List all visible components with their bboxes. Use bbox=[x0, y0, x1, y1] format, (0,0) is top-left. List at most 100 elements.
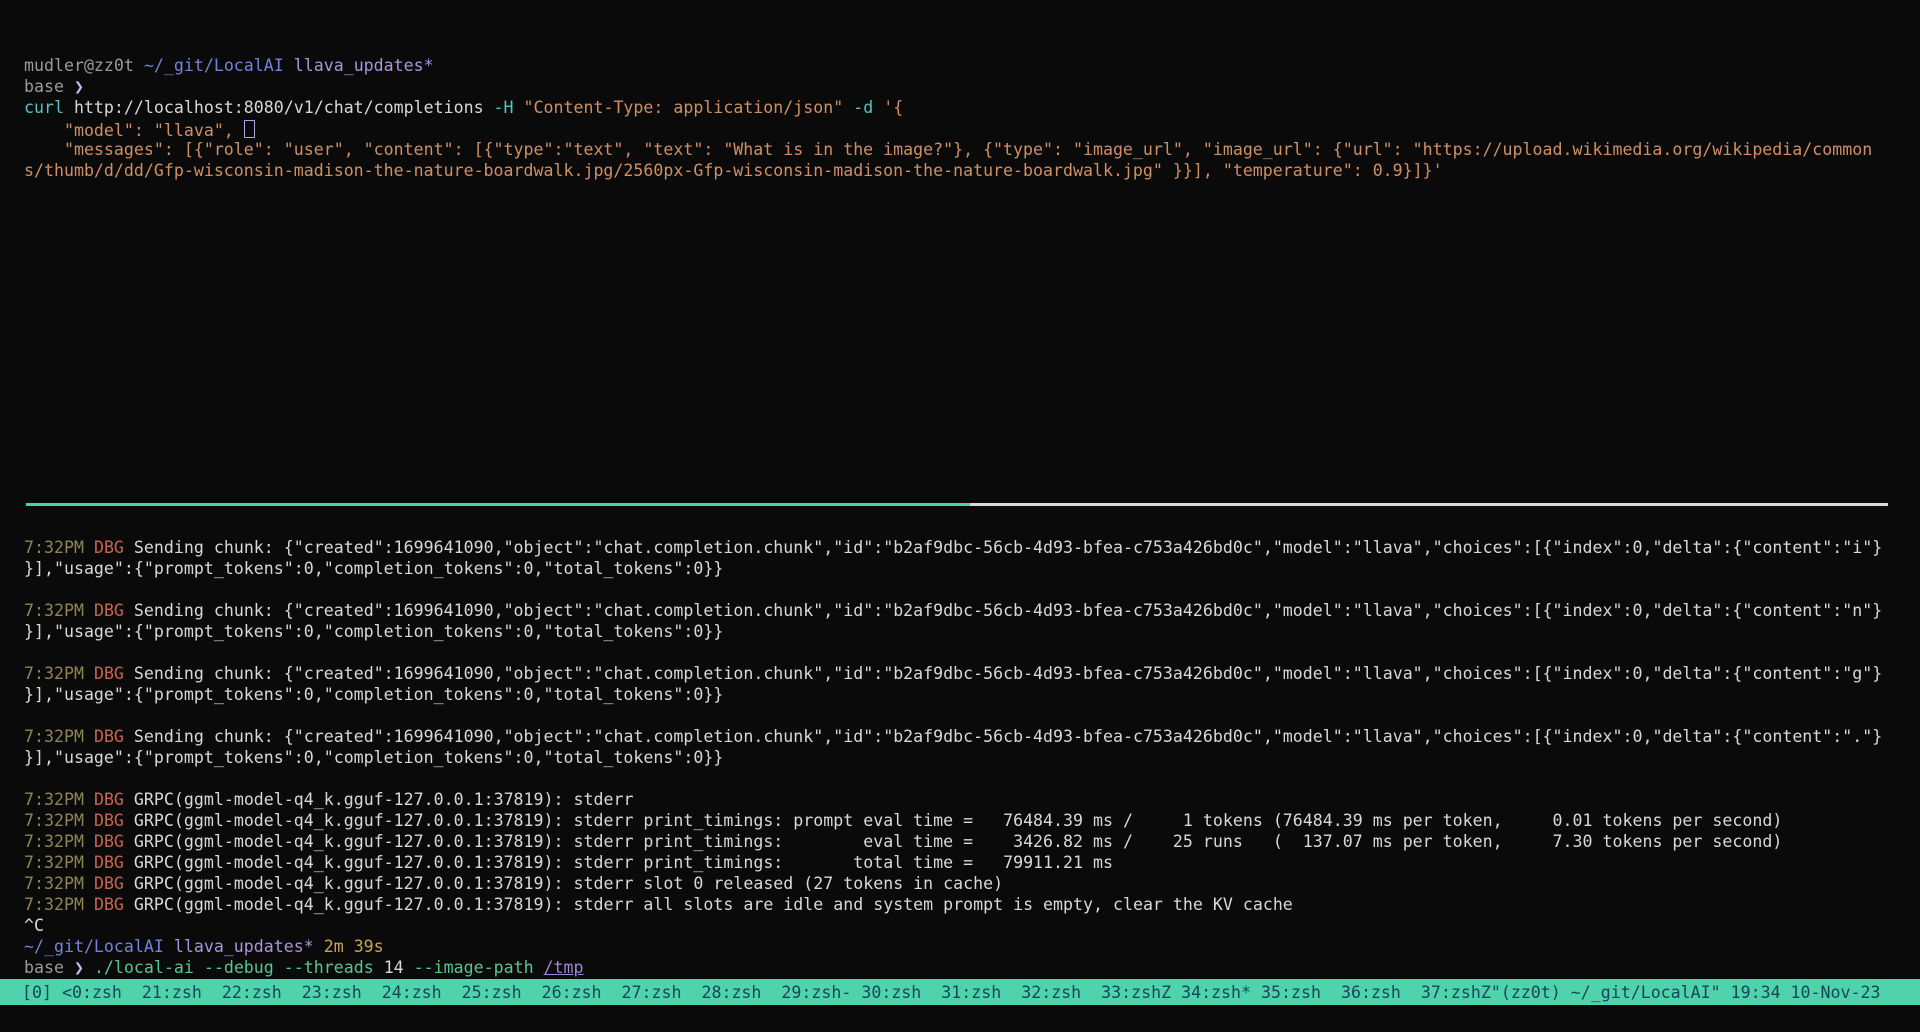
terminal-text-segment: }],"usage":{"prompt_tokens":0,"completio… bbox=[24, 622, 723, 641]
tmux-window-item[interactable]: 34:zsh* bbox=[1181, 982, 1261, 1003]
terminal-text-segment: ❯ bbox=[74, 77, 84, 96]
tmux-window-item[interactable]: 22:zsh bbox=[222, 982, 302, 1003]
terminal-line: 7:32PM DBG GRPC(ggml-model-q4_k.gguf-127… bbox=[24, 894, 1920, 915]
tmux-window-item[interactable]: 26:zsh bbox=[542, 982, 622, 1003]
tmux-window-item[interactable]: 30:zsh bbox=[861, 982, 941, 1003]
terminal-line: 7:32PM DBG GRPC(ggml-model-q4_k.gguf-127… bbox=[24, 873, 1920, 894]
terminal-text-segment: GRPC(ggml-model-q4_k.gguf-127.0.0.1:3781… bbox=[124, 853, 1113, 872]
terminal-text-segment: "Content-Type: application/json" bbox=[524, 98, 854, 117]
terminal-line: base ❯ bbox=[24, 76, 1920, 97]
terminal-text-segment: DBG bbox=[94, 832, 124, 851]
terminal-text-segment: mudler@zz0t bbox=[24, 56, 144, 75]
terminal-text-segment: 7:32PM bbox=[24, 853, 84, 872]
terminal-line: "messages": [{"role": "user", "content":… bbox=[24, 139, 1920, 160]
terminal-line: 7:32PM DBG Sending chunk: {"created":169… bbox=[24, 537, 1920, 558]
tmux-session-name: [0] bbox=[22, 982, 62, 1003]
terminal-line: ^C bbox=[24, 915, 1920, 936]
terminal-text-segment: 7:32PM bbox=[24, 601, 84, 620]
terminal-text-segment: ~/_git/LocalAI bbox=[24, 937, 174, 956]
terminal-line: curl http://localhost:8080/v1/chat/compl… bbox=[24, 97, 1920, 118]
tmux-window-item[interactable]: 21:zsh bbox=[142, 982, 222, 1003]
terminal-text-segment: ./local-ai bbox=[94, 958, 204, 977]
pane-separator-active-segment bbox=[26, 503, 970, 506]
terminal-text-segment: 14 bbox=[384, 958, 414, 977]
tmux-window-item[interactable]: <0:zsh bbox=[62, 982, 142, 1003]
terminal-line: 7:32PM DBG GRPC(ggml-model-q4_k.gguf-127… bbox=[24, 852, 1920, 873]
terminal-line: "model": "llava", bbox=[24, 118, 1920, 139]
terminal-line bbox=[24, 579, 1920, 600]
terminal-text-segment: Sending chunk: {"created":1699641090,"ob… bbox=[124, 538, 1882, 557]
terminal-text-segment: ❯ bbox=[74, 958, 94, 977]
terminal-line: 7:32PM DBG Sending chunk: {"created":169… bbox=[24, 663, 1920, 684]
tmux-window-item[interactable]: 33:zshZ bbox=[1101, 982, 1181, 1003]
terminal-line: base ❯ ./local-ai --debug --threads 14 -… bbox=[24, 957, 1920, 978]
terminal-text-segment: GRPC(ggml-model-q4_k.gguf-127.0.0.1:3781… bbox=[124, 874, 1003, 893]
terminal-text-segment: DBG bbox=[94, 601, 124, 620]
text-cursor bbox=[244, 120, 255, 138]
terminal-text-segment: DBG bbox=[94, 727, 124, 746]
terminal-text-segment bbox=[84, 727, 94, 746]
tmux-window-item[interactable]: 27:zsh bbox=[622, 982, 702, 1003]
terminal-line: 7:32PM DBG GRPC(ggml-model-q4_k.gguf-127… bbox=[24, 789, 1920, 810]
terminal-text-segment: GRPC(ggml-model-q4_k.gguf-127.0.0.1:3781… bbox=[124, 895, 1293, 914]
terminal-text-segment: DBG bbox=[94, 874, 124, 893]
terminal-text-segment: s/thumb/d/dd/Gfp-wisconsin-madison-the-n… bbox=[24, 161, 1443, 180]
terminal-text-segment: DBG bbox=[94, 811, 124, 830]
terminal-pane-bottom[interactable]: 7:32PM DBG Sending chunk: {"created":169… bbox=[24, 537, 1920, 978]
terminal-text-segment: }],"usage":{"prompt_tokens":0,"completio… bbox=[24, 559, 723, 578]
tmux-window-item[interactable]: 29:zsh- bbox=[781, 982, 861, 1003]
tmux-window-item[interactable]: 25:zsh bbox=[462, 982, 542, 1003]
terminal-text-segment: Sending chunk: {"created":1699641090,"ob… bbox=[124, 664, 1882, 683]
terminal-text-segment: 7:32PM bbox=[24, 811, 84, 830]
tmux-window-item[interactable]: 32:zsh bbox=[1021, 982, 1101, 1003]
terminal-text-segment: DBG bbox=[94, 664, 124, 683]
terminal-line: 7:32PM DBG Sending chunk: {"created":169… bbox=[24, 600, 1920, 621]
terminal-text-segment: llava_updates* bbox=[294, 56, 434, 75]
terminal-text-segment: ^C bbox=[24, 916, 44, 935]
terminal-text-segment: DBG bbox=[94, 853, 124, 872]
tmux-window-item[interactable]: 24:zsh bbox=[382, 982, 462, 1003]
terminal-line: s/thumb/d/dd/Gfp-wisconsin-madison-the-n… bbox=[24, 160, 1920, 181]
terminal-line bbox=[24, 705, 1920, 726]
tmux-window-item[interactable]: 35:zsh bbox=[1261, 982, 1341, 1003]
terminal-line bbox=[24, 642, 1920, 663]
tmux-window-item[interactable]: 28:zsh bbox=[701, 982, 781, 1003]
pane-separator[interactable] bbox=[26, 503, 1888, 506]
terminal-text-segment: -d bbox=[853, 98, 883, 117]
terminal-text-segment: "messages": [{"role": "user", "content":… bbox=[24, 140, 1872, 159]
terminal-text-segment: DBG bbox=[94, 895, 124, 914]
terminal-line: 7:32PM DBG GRPC(ggml-model-q4_k.gguf-127… bbox=[24, 810, 1920, 831]
terminal-text-segment: 7:32PM bbox=[24, 664, 84, 683]
terminal-text-segment: }],"usage":{"prompt_tokens":0,"completio… bbox=[24, 748, 723, 767]
terminal-line: 7:32PM DBG GRPC(ggml-model-q4_k.gguf-127… bbox=[24, 831, 1920, 852]
terminal-text-segment bbox=[84, 664, 94, 683]
terminal-text-segment: /tmp bbox=[544, 958, 584, 977]
terminal-text-segment: DBG bbox=[94, 538, 124, 557]
tmux-window-item[interactable]: 31:zsh bbox=[941, 982, 1021, 1003]
terminal-pane-top[interactable]: mudler@zz0t ~/_git/LocalAI llava_updates… bbox=[24, 55, 1920, 495]
terminal-screen[interactable]: mudler@zz0t ~/_git/LocalAI llava_updates… bbox=[0, 0, 1920, 1032]
terminal-text-segment: "model": "llava", bbox=[24, 121, 244, 139]
terminal-text-segment: GRPC(ggml-model-q4_k.gguf-127.0.0.1:3781… bbox=[124, 832, 1782, 851]
tmux-window-item[interactable]: 23:zsh bbox=[302, 982, 382, 1003]
terminal-text-segment bbox=[84, 790, 94, 809]
tmux-status-right: "(zz0t) ~/_git/LocalAI" 19:34 10-Nov-23 bbox=[1491, 982, 1881, 1003]
tmux-window-item[interactable]: 36:zsh bbox=[1341, 982, 1421, 1003]
terminal-line: }],"usage":{"prompt_tokens":0,"completio… bbox=[24, 621, 1920, 642]
terminal-text-segment: llava_updates* bbox=[174, 937, 324, 956]
terminal-line bbox=[24, 768, 1920, 789]
terminal-line: }],"usage":{"prompt_tokens":0,"completio… bbox=[24, 684, 1920, 705]
terminal-text-segment: GRPC(ggml-model-q4_k.gguf-127.0.0.1:3781… bbox=[124, 790, 634, 809]
terminal-line: mudler@zz0t ~/_git/LocalAI llava_updates… bbox=[24, 55, 1920, 76]
terminal-text-segment bbox=[84, 832, 94, 851]
terminal-text-segment: curl bbox=[24, 98, 74, 117]
terminal-line: }],"usage":{"prompt_tokens":0,"completio… bbox=[24, 558, 1920, 579]
terminal-text-segment: 2m 39s bbox=[324, 937, 384, 956]
tmux-status-bar[interactable]: [0] <0:zsh 21:zsh 22:zsh 23:zsh 24:zsh 2… bbox=[0, 979, 1920, 1005]
terminal-text-segment: 7:32PM bbox=[24, 790, 84, 809]
terminal-text-segment: base bbox=[24, 958, 74, 977]
tmux-window-item[interactable]: 37:zshZ bbox=[1421, 982, 1491, 1003]
terminal-line: ~/_git/LocalAI llava_updates* 2m 39s bbox=[24, 936, 1920, 957]
pane-separator-inactive-segment bbox=[970, 503, 1888, 506]
terminal-text-segment: }],"usage":{"prompt_tokens":0,"completio… bbox=[24, 685, 723, 704]
